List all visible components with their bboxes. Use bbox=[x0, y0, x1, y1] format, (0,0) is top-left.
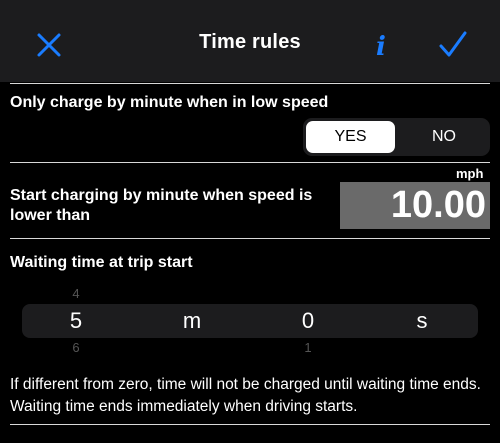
done-button[interactable] bbox=[436, 28, 470, 62]
low-speed-label: Only charge by minute when in low speed bbox=[10, 94, 329, 111]
navigation-bar: Time rules i bbox=[0, 0, 500, 82]
segment-yes[interactable]: YES bbox=[306, 121, 395, 153]
speed-threshold-label: Start charging by minute when speed is l… bbox=[10, 187, 313, 224]
seconds-below-value: 1 bbox=[304, 340, 312, 355]
divider bbox=[10, 162, 490, 163]
segment-no[interactable]: NO bbox=[398, 118, 490, 156]
info-icon: i bbox=[376, 32, 386, 62]
low-speed-segmented-control: YES NO bbox=[303, 118, 490, 156]
svg-text:i: i bbox=[376, 32, 386, 62]
waiting-time-picker: 4 5 6 m 0 1 s bbox=[22, 280, 478, 360]
speed-unit-label: mph bbox=[456, 166, 484, 181]
waiting-time-label: Waiting time at trip start bbox=[10, 254, 193, 271]
divider bbox=[10, 424, 490, 425]
seconds-selected-value: 0 bbox=[301, 308, 315, 333]
page-title: Time rules bbox=[199, 31, 301, 53]
time-rules-screen: Time rules i Only charge by minute when … bbox=[0, 0, 500, 443]
minutes-above-value: 4 bbox=[72, 286, 80, 301]
minutes-selected-value: 5 bbox=[69, 308, 83, 333]
minutes-wheel[interactable]: 4 5 6 bbox=[56, 280, 96, 360]
seconds-unit-label: s bbox=[416, 308, 428, 333]
waiting-time-note: If different from zero, time will not be… bbox=[10, 376, 481, 415]
info-button[interactable]: i bbox=[364, 28, 398, 62]
divider bbox=[10, 83, 490, 84]
seconds-wheel[interactable]: 0 1 bbox=[288, 280, 328, 360]
checkmark-icon bbox=[439, 31, 467, 57]
minutes-unit-label: m bbox=[182, 308, 202, 333]
minutes-below-value: 6 bbox=[72, 340, 80, 355]
divider bbox=[10, 238, 490, 239]
speed-threshold-input[interactable]: 10.00 bbox=[340, 182, 490, 229]
